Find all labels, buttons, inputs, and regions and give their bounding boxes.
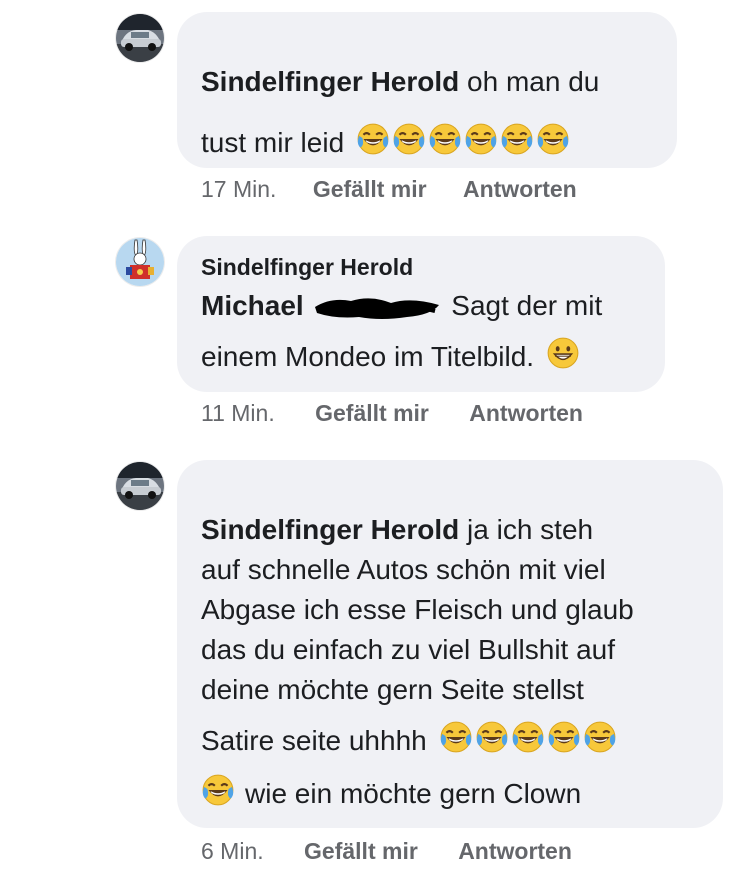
comment-line-2: einem Mondeo im Titelbild. [201, 336, 582, 377]
car-avatar-icon [116, 14, 164, 62]
tears-of-joy-icon [583, 720, 617, 754]
redaction-scribble [315, 298, 440, 319]
timestamp: 6 Min. [201, 838, 264, 864]
author-name[interactable]: Sindelfinger Herold [201, 514, 459, 545]
reply-button[interactable]: Antworten [458, 838, 572, 865]
author-name[interactable]: Sindelfinger Herold [201, 253, 413, 281]
comment-line: oh man du [467, 66, 600, 97]
comment-bubble: Sindelfinger Herold ja ich steh auf schn… [177, 460, 723, 828]
comment-line-6: Satire seite uhhhh [201, 720, 619, 761]
comment-bubble: Sindelfinger Herold oh man du tust mir l… [177, 12, 677, 168]
laughing-emoji-group [356, 127, 572, 158]
tears-of-joy-icon [439, 720, 473, 754]
rabbit-avatar-icon [116, 238, 164, 286]
reply-button[interactable]: Antworten [469, 400, 583, 427]
tears-of-joy-icon [428, 122, 462, 156]
laughing-emoji-group [439, 725, 619, 756]
comment-line: tust mir leid [201, 127, 345, 158]
tears-of-joy-icon [547, 720, 581, 754]
comment-meta: 11 Min. Gefällt mir Antworten [201, 400, 583, 427]
comment-line: einem Mondeo im Titelbild. [201, 341, 535, 372]
tears-of-joy-icon [392, 122, 426, 156]
author-name[interactable]: Sindelfinger Herold [201, 66, 459, 97]
reply-button[interactable]: Antworten [463, 176, 577, 203]
comment-line: ja ich steh [467, 514, 594, 545]
comment-line: Satire seite uhhhh [201, 725, 427, 756]
comment-line: Abgase ich esse Fleisch und glaub [201, 594, 634, 625]
comment-meta: 6 Min. Gefällt mir Antworten [201, 838, 572, 865]
tears-of-joy-icon [500, 122, 534, 156]
comment-line-2: tust mir leid [201, 122, 572, 163]
comment-line: deine möchte gern Seite stellst [201, 674, 584, 705]
grinning-face-icon [546, 336, 580, 370]
tears-of-joy-icon [356, 122, 390, 156]
comment-text: Sindelfinger Herold oh man du [201, 62, 599, 102]
comment-bubble: Sindelfinger Herold Michael Sagt der mit… [177, 236, 665, 392]
tears-of-joy-icon [536, 122, 570, 156]
comment-line-1: Sindelfinger Herold ja ich steh [201, 510, 593, 550]
avatar[interactable] [116, 14, 164, 62]
comment-line-1: Michael Sagt der mit [201, 286, 602, 326]
comment-line: wie ein möchte gern Clown [245, 778, 582, 809]
tears-of-joy-icon [511, 720, 545, 754]
like-button[interactable]: Gefällt mir [313, 176, 427, 203]
car-avatar-icon [116, 462, 164, 510]
tears-of-joy-icon [464, 122, 498, 156]
comment-line: Sagt der mit [451, 290, 603, 321]
avatar[interactable] [116, 238, 164, 286]
timestamp: 17 Min. [201, 176, 277, 202]
mention-name[interactable]: Michael [201, 290, 304, 321]
timestamp: 11 Min. [201, 400, 275, 426]
like-button[interactable]: Gefällt mir [304, 838, 418, 865]
comment-line: das du einfach zu viel Bullshit auf [201, 634, 616, 665]
like-button[interactable]: Gefällt mir [315, 400, 429, 427]
avatar[interactable] [116, 462, 164, 510]
tears-of-joy-icon [201, 773, 235, 807]
tears-of-joy-icon [475, 720, 509, 754]
comment-meta: 17 Min. Gefällt mir Antworten [201, 176, 577, 203]
comment-line-7: wie ein möchte gern Clown [201, 773, 581, 814]
comment-line: auf schnelle Autos schön mit viel [201, 554, 606, 585]
